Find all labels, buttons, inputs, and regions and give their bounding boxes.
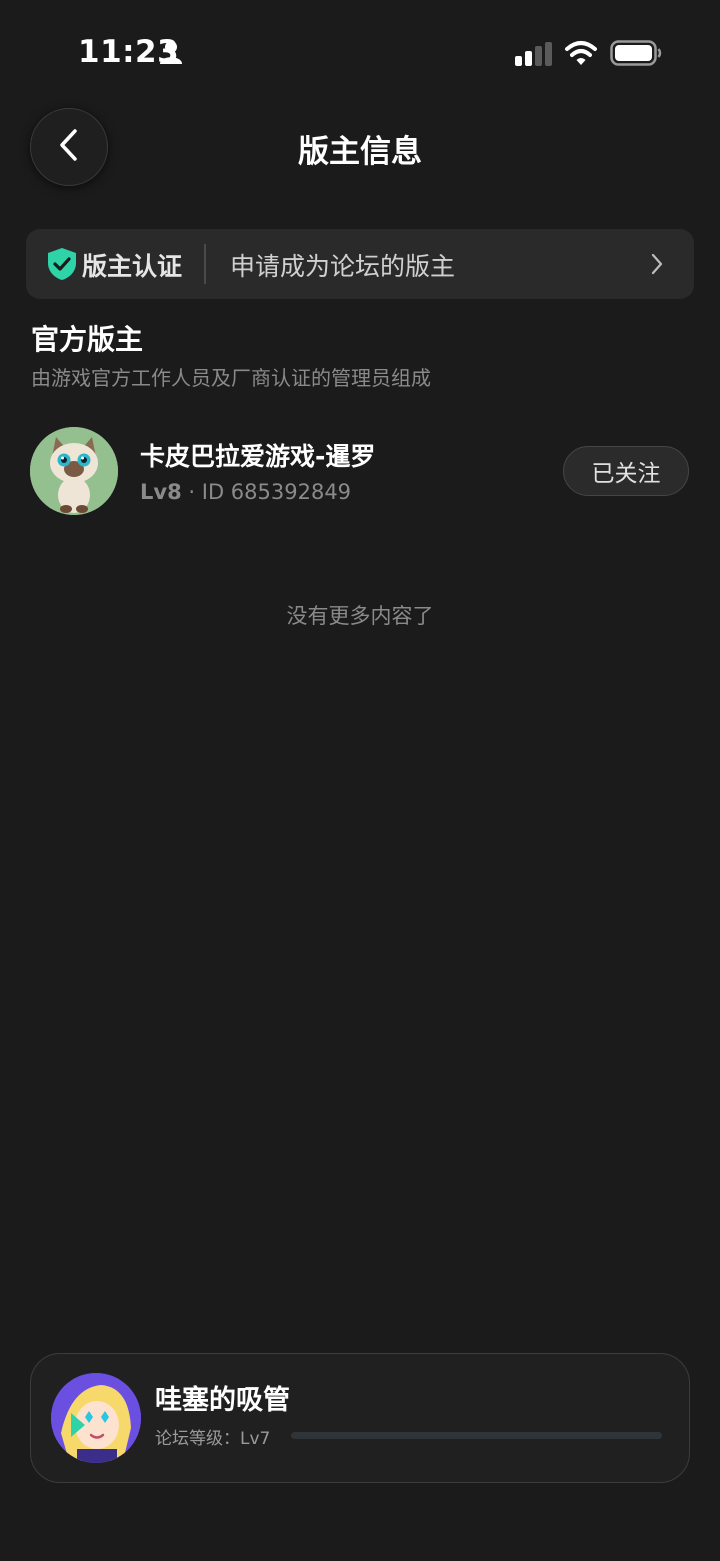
shield-check-icon — [46, 247, 78, 285]
user-level-prefix: 论坛等级： — [155, 1429, 240, 1449]
section-title: 官方版主 — [31, 323, 144, 356]
user-name: 哇塞的吸管 — [155, 1385, 290, 1416]
meta-separator: · — [188, 480, 196, 504]
divider — [204, 244, 206, 284]
moderator-apply-banner[interactable]: 版主认证 申请成为论坛的版主 — [26, 229, 694, 299]
moderator-name[interactable]: 卡皮巴拉爱游戏-暹罗 — [140, 437, 375, 473]
cert-label: 版主认证 — [82, 252, 183, 281]
battery-icon — [610, 40, 662, 70]
cellular-signal-icon — [515, 42, 553, 70]
chevron-right-icon — [650, 253, 664, 279]
moderator-id: ID 685392849 — [201, 480, 352, 504]
follow-button[interactable]: 已关注 — [563, 446, 689, 496]
user-level-text: 论坛等级：Lv7 — [155, 1424, 270, 1449]
no-more-content-text: 没有更多内容了 — [286, 604, 434, 628]
cert-description: 申请成为论坛的版主 — [230, 252, 456, 281]
page-title: 版主信息 — [298, 134, 422, 170]
current-user-card[interactable]: 哇塞的吸管 论坛等级：Lv7 — [30, 1353, 690, 1483]
level-progress-bar — [291, 1432, 662, 1439]
moderator-meta: Lv8 · ID 685392849 — [140, 480, 351, 504]
moderator-avatar[interactable] — [30, 427, 118, 515]
moderator-level: Lv8 — [140, 480, 182, 504]
wifi-icon — [565, 40, 597, 70]
user-avatar[interactable] — [51, 1373, 141, 1463]
person-icon — [160, 40, 182, 68]
screen: 11:23 版主信息 版主认证 申请成为论坛的版主 官方版主 由游戏官方工作人员… — [0, 0, 720, 1561]
section-subtitle: 由游戏官方工作人员及厂商认证的管理员组成 — [31, 366, 431, 390]
user-level-value: Lv7 — [240, 1429, 271, 1449]
